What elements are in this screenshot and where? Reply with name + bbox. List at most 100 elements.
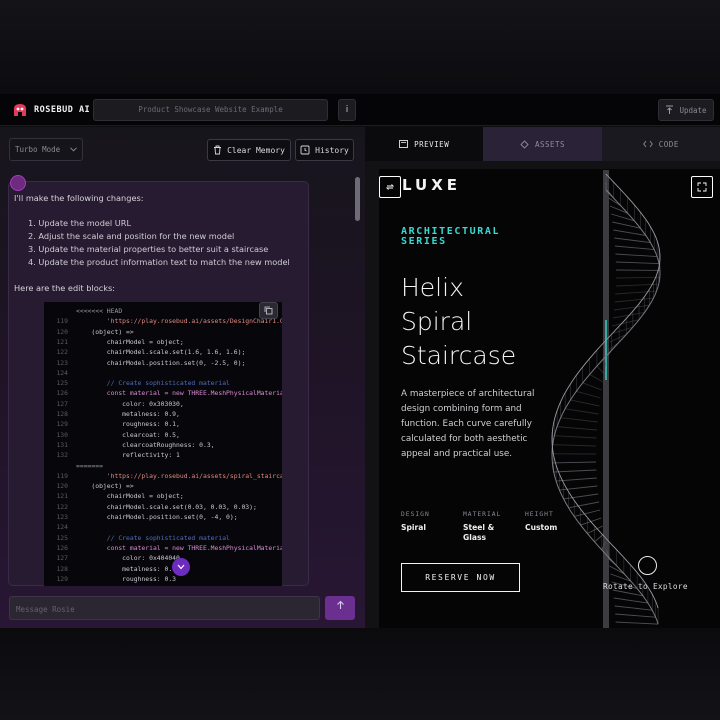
tab-code[interactable]: CODE bbox=[601, 127, 720, 161]
edit-blocks-label: Here are the edit blocks: bbox=[14, 283, 115, 293]
product-description: A masterpiece of architectural design co… bbox=[401, 389, 535, 459]
line-number: 121 bbox=[56, 337, 68, 346]
site-logo: LUXE bbox=[402, 176, 462, 194]
line-number: 124 bbox=[56, 523, 68, 532]
code-line: 127 color: 0x303030, bbox=[44, 399, 183, 409]
code-text: 'https://play.rosebud.ai/assets/DesignCh… bbox=[76, 317, 282, 326]
code-text: ======= bbox=[76, 461, 103, 470]
code-line: 119 'https://play.rosebud.ai/assets/spir… bbox=[44, 471, 282, 481]
line-number: 129 bbox=[56, 420, 68, 429]
project-title-field[interactable]: Product Showcase Website Example bbox=[93, 99, 328, 121]
code-text: chairModel = object; bbox=[76, 492, 184, 501]
tab-preview[interactable]: PREVIEW bbox=[365, 127, 484, 161]
code-line: 125 // Create sophisticated material bbox=[44, 378, 230, 388]
upload-icon bbox=[666, 105, 674, 114]
spec-value: Steel & Glass bbox=[463, 523, 495, 542]
title-line: Spiral bbox=[401, 307, 473, 336]
code-text: reflectivity: 1 bbox=[76, 451, 180, 460]
code-line: 124 bbox=[44, 522, 76, 532]
code-text: // Create sophisticated material bbox=[76, 379, 230, 388]
update-button[interactable]: Update bbox=[658, 99, 714, 121]
code-text: // Create sophisticated material bbox=[76, 533, 230, 542]
code-text: (object) => bbox=[76, 327, 134, 336]
preview-icon bbox=[399, 140, 409, 148]
spec-height: HEIGHT Custom bbox=[525, 511, 573, 543]
code-line: <<<<<<< HEAD bbox=[44, 306, 122, 316]
list-item: 4. Update the product information text t… bbox=[28, 257, 290, 267]
scroll-down-button[interactable] bbox=[172, 558, 190, 576]
fullscreen-button[interactable] bbox=[691, 176, 713, 198]
code-line: 132 reflectivity: 1 bbox=[44, 450, 180, 460]
history-label: History bbox=[315, 145, 349, 155]
code-line: 122 chairModel.scale.set(1.6, 1.6, 1.6); bbox=[44, 347, 245, 357]
line-number: 127 bbox=[56, 399, 68, 408]
code-line: 126 const material = new THREE.MeshPhysi… bbox=[44, 388, 282, 398]
chat-scrollbar[interactable] bbox=[355, 177, 360, 221]
list-item: 3. Update the material properties to bet… bbox=[28, 244, 269, 254]
clear-memory-button[interactable]: Clear Memory bbox=[207, 139, 291, 161]
mode-select[interactable]: Turbo Mode bbox=[9, 138, 83, 161]
product-title: Helix Spiral Staircase bbox=[401, 271, 516, 373]
assistant-avatar bbox=[10, 175, 26, 191]
code-line: 127 color: 0x404040, bbox=[44, 553, 184, 563]
refresh-preview-button[interactable] bbox=[379, 176, 401, 198]
assets-icon bbox=[520, 139, 529, 149]
code-line: 121 chairModel = object; bbox=[44, 491, 184, 501]
fullscreen-icon bbox=[697, 182, 707, 192]
code-line: 120 (object) => bbox=[44, 481, 133, 491]
code-text: color: 0x404040, bbox=[76, 554, 184, 563]
code-text: const material = new THREE.MeshPhysicalM… bbox=[76, 389, 282, 398]
change-list: 1. Update the model URL 2. Adjust the sc… bbox=[28, 218, 290, 270]
code-line: 126 const material = new THREE.MeshPhysi… bbox=[44, 543, 282, 553]
code-line: 129 roughness: 0.1, bbox=[44, 419, 179, 429]
reserve-now-button[interactable]: RESERVE NOW bbox=[401, 563, 520, 592]
code-line: 120 (object) => bbox=[44, 327, 134, 337]
send-button[interactable] bbox=[325, 596, 355, 620]
spec-design: DESIGN Spiral bbox=[401, 511, 449, 543]
send-arrow-icon bbox=[336, 600, 344, 609]
spec-label: DESIGN bbox=[401, 511, 430, 518]
code-text: metalness: 0.7, bbox=[76, 564, 180, 573]
brand[interactable]: ROSEBUD AI bbox=[12, 101, 90, 119]
title-line: Helix bbox=[401, 273, 464, 302]
message-intro: I'll make the following changes: bbox=[14, 193, 144, 203]
tab-preview-label: PREVIEW bbox=[414, 139, 450, 149]
history-button[interactable]: History bbox=[295, 139, 354, 161]
project-title: Product Showcase Website Example bbox=[138, 105, 283, 114]
rotate-icon bbox=[638, 556, 657, 575]
line-number: 131 bbox=[56, 440, 68, 449]
code-line: 128 metalness: 0.7, bbox=[44, 564, 180, 574]
code-text: <<<<<<< HEAD bbox=[76, 307, 123, 315]
chevron-down-icon bbox=[70, 147, 78, 152]
spec-label: HEIGHT bbox=[525, 511, 554, 518]
code-text: chairModel = object; bbox=[76, 337, 184, 346]
code-line: 123 chairModel.position.set(0, -4, 0); bbox=[44, 512, 237, 522]
copy-code-button[interactable] bbox=[259, 302, 278, 319]
line-number: 130 bbox=[56, 430, 68, 439]
line-number: 121 bbox=[56, 492, 68, 501]
spec-value: Custom bbox=[525, 523, 558, 532]
title-line: Staircase bbox=[401, 341, 517, 370]
list-item: 2. Adjust the scale and position for the… bbox=[28, 231, 235, 241]
code-text: chairModel.scale.set(1.6, 1.6, 1.6); bbox=[76, 348, 246, 357]
code-line: 123 chairModel.position.set(0, -2.5, 0); bbox=[44, 358, 245, 368]
code-text: clearcoatRoughness: 0.3, bbox=[76, 440, 215, 449]
code-line: 128 metalness: 0.9, bbox=[44, 409, 179, 419]
line-number: 123 bbox=[56, 358, 68, 367]
tab-assets-label: ASSETS bbox=[534, 139, 566, 149]
code-block[interactable]: <<<<<<< HEAD 119 'https://play.rosebud.ai… bbox=[44, 302, 282, 586]
tab-assets[interactable]: ASSETS bbox=[483, 127, 602, 161]
line-number: 129 bbox=[56, 574, 68, 583]
line-number: 125 bbox=[56, 379, 68, 388]
clear-memory-label: Clear Memory bbox=[227, 145, 285, 155]
list-item: 1. Update the model URL bbox=[28, 218, 132, 228]
top-backdrop bbox=[0, 0, 720, 94]
message-field[interactable] bbox=[10, 598, 319, 621]
tab-code-label: CODE bbox=[658, 139, 679, 149]
message-input[interactable] bbox=[9, 596, 320, 621]
info-button[interactable]: i bbox=[338, 99, 356, 121]
line-number: 123 bbox=[56, 513, 68, 521]
code-line: 121 chairModel = object; bbox=[44, 337, 184, 347]
chevron-down-icon bbox=[177, 564, 185, 570]
line-number: 122 bbox=[56, 502, 68, 511]
